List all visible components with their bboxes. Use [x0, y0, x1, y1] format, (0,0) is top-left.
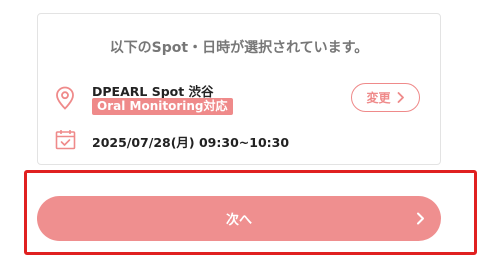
chevron-right-icon [397, 92, 404, 103]
change-button-label: 変更 [366, 91, 391, 105]
oral-monitoring-badge: Oral Monitoring対応 [92, 98, 233, 115]
next-button[interactable]: 次へ [37, 196, 441, 241]
change-button[interactable]: 変更 [351, 83, 420, 112]
spot-row: DPEARL Spot 渋谷 Oral Monitoring対応 変更 [54, 81, 426, 125]
location-pin-icon [56, 86, 74, 110]
selection-card: 以下のSpot・日時が選択されています。 DPEARL Spot 渋谷 Oral… [37, 13, 441, 165]
selected-datetime: 2025/07/28(月) 09:30~10:30 [92, 135, 290, 150]
next-button-label: 次へ [225, 213, 252, 228]
calendar-check-icon [55, 130, 76, 150]
card-header: 以下のSpot・日時が選択されています。 [109, 40, 369, 56]
chevron-right-icon [417, 212, 424, 225]
date-row: 2025/07/28(月) 09:30~10:30 [54, 129, 426, 153]
